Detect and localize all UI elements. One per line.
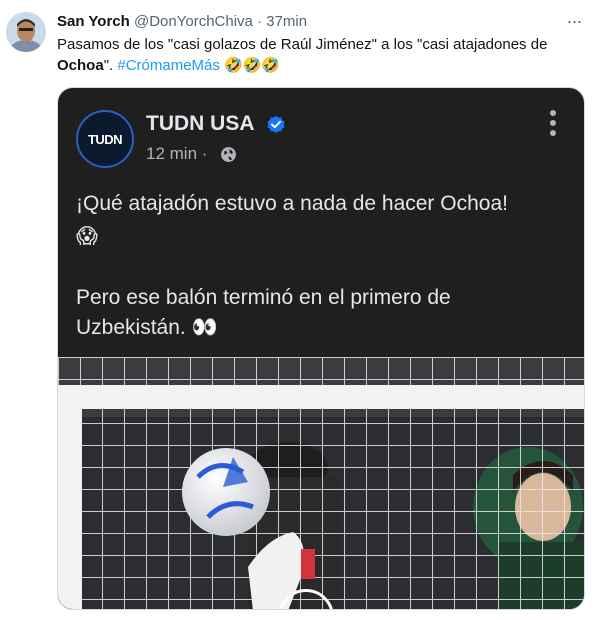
verified-badge-icon xyxy=(267,115,285,133)
post-more-icon[interactable] xyxy=(548,110,558,138)
tweet-header: San Yorch @DonYorchChiva · 37min xyxy=(57,13,307,31)
goal-scene-image xyxy=(58,357,584,609)
display-name[interactable]: San Yorch xyxy=(57,13,130,30)
scream-emoji: 😱 xyxy=(76,224,98,248)
tweet-text-bold: Ochoa xyxy=(57,57,104,74)
user-handle[interactable]: @DonYorchChiva xyxy=(134,13,253,30)
tweet-time[interactable]: 37min xyxy=(266,13,307,30)
post-text-line4: Uzbekistán. 👀 xyxy=(76,316,218,339)
separator-dot: · xyxy=(257,13,263,30)
tudn-logo: TUDN xyxy=(87,131,123,147)
post-text-line3: Pero ese balón terminó en el primero de xyxy=(76,286,451,309)
tweet-text: Pasamos de los "casi golazos de Raúl Jim… xyxy=(57,34,587,76)
post-text-line1: ¡Qué atajadón estuvo a nada de hacer Och… xyxy=(76,192,508,215)
laughing-emoji: 🤣🤣🤣 xyxy=(224,56,281,74)
hashtag-link[interactable]: #CrómameMás xyxy=(117,57,220,74)
page-name[interactable]: TUDN USA xyxy=(146,112,255,136)
user-avatar[interactable] xyxy=(6,12,46,52)
media-card[interactable]: TUDN TUDN USA 12 min · ¡Qué atajadón est… xyxy=(57,87,585,610)
tweet[interactable]: San Yorch @DonYorchChiva · 37min ··· Pas… xyxy=(0,0,600,620)
more-icon[interactable]: ··· xyxy=(562,12,586,30)
post-time[interactable]: 12 min · xyxy=(146,144,207,164)
tweet-text-part1: Pasamos de los "casi golazos de Raúl Jim… xyxy=(57,36,548,53)
video-thumbnail[interactable] xyxy=(58,357,584,609)
globe-icon xyxy=(221,147,236,162)
page-avatar[interactable]: TUDN xyxy=(76,110,134,168)
tweet-text-part2: ". xyxy=(103,57,118,74)
